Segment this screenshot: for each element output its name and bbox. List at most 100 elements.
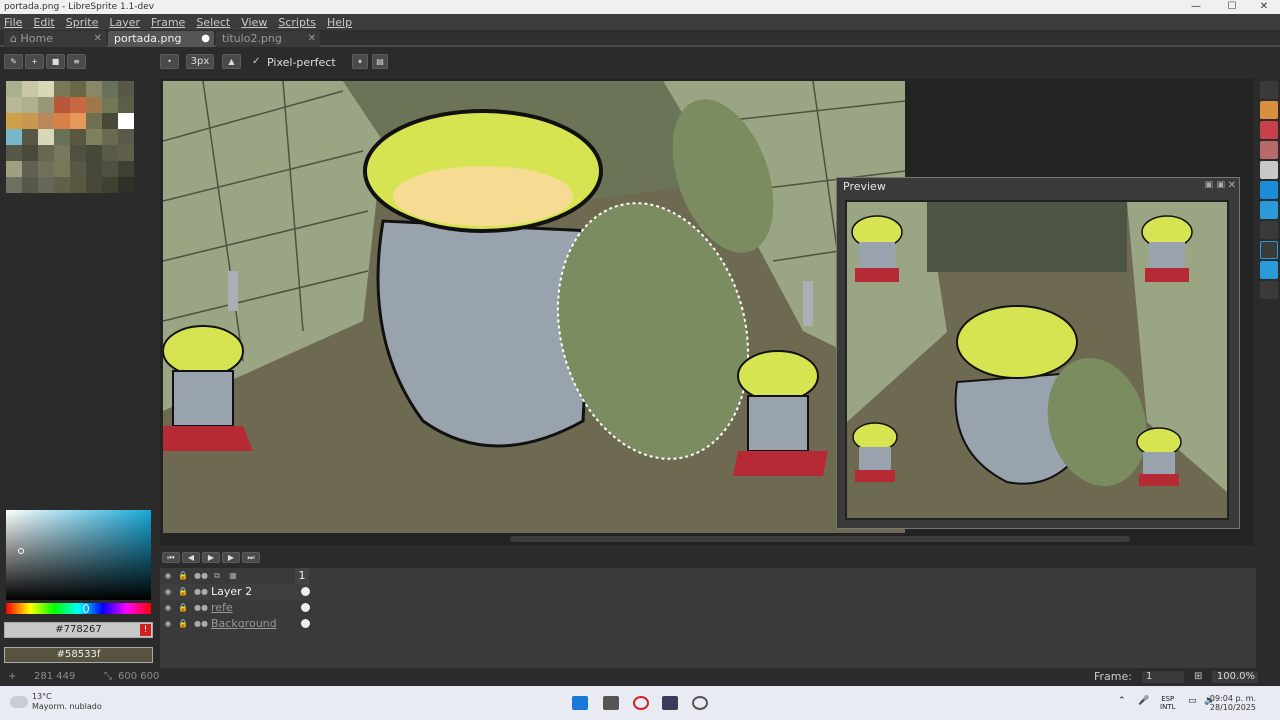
language-indicator[interactable]: ESP INTL <box>1160 695 1175 711</box>
symmetry-icon[interactable]: ⏸ <box>352 54 368 69</box>
tab-home[interactable]: ⌂ Home ✕ <box>4 31 106 47</box>
hue-handle[interactable] <box>83 604 89 613</box>
canvas-area[interactable]: Preview ▣ ▣ ✕ <box>160 79 1254 545</box>
start-menu-icon[interactable] <box>572 696 588 710</box>
menu-edit[interactable]: Edit <box>33 16 54 29</box>
prev-frame-icon[interactable]: ◀ <box>182 552 200 563</box>
move-tool-icon[interactable] <box>1260 181 1278 199</box>
menu-scripts[interactable]: Scripts <box>278 16 316 29</box>
continuous-icon[interactable]: ●● <box>194 619 208 629</box>
palette-swatch[interactable] <box>6 97 22 113</box>
horizontal-scrollbar[interactable] <box>510 536 1130 542</box>
pencil-tool-icon[interactable] <box>1260 101 1278 119</box>
palette-swatch[interactable] <box>38 145 54 161</box>
palette-swatch[interactable] <box>38 81 54 97</box>
color-palette[interactable] <box>6 81 136 209</box>
palette-swatch[interactable] <box>38 97 54 113</box>
palette-swatch[interactable] <box>22 161 38 177</box>
palette-swatch[interactable] <box>6 113 22 129</box>
libresprite-icon[interactable] <box>662 696 678 710</box>
minimize-button[interactable]: — <box>1180 0 1212 14</box>
eye-icon[interactable]: ◉ <box>163 603 173 613</box>
palette-swatch[interactable] <box>38 177 54 193</box>
continuous-icon[interactable]: ●● <box>194 587 208 597</box>
palette-swatch[interactable] <box>86 161 102 177</box>
palette-swatch[interactable] <box>54 161 70 177</box>
palette-swatch[interactable] <box>70 129 86 145</box>
menu-sprite[interactable]: Sprite <box>66 16 99 29</box>
palette-swatch[interactable] <box>22 145 38 161</box>
brush-size-field[interactable]: 3px <box>186 54 214 69</box>
frame-field[interactable]: 1 <box>1142 671 1184 683</box>
color-spectrum[interactable] <box>6 510 151 600</box>
palette-swatch[interactable] <box>102 113 118 129</box>
checkbox-checked-icon[interactable]: ✓ <box>252 56 260 67</box>
options-icon[interactable]: ▤ <box>372 54 388 69</box>
palette-swatch[interactable] <box>54 177 70 193</box>
palette-swatch[interactable] <box>118 97 134 113</box>
line-tool-icon[interactable] <box>1260 221 1278 239</box>
palette-swatch[interactable] <box>54 113 70 129</box>
ellipse-tool-icon[interactable] <box>1260 241 1278 259</box>
palette-swatch[interactable] <box>70 97 86 113</box>
palette-swatch[interactable] <box>54 81 70 97</box>
microphone-icon[interactable]: 🎤 <box>1138 696 1149 706</box>
eye-icon[interactable]: ◉ <box>163 619 173 629</box>
cel-icon[interactable] <box>301 619 310 628</box>
add-frame-icon[interactable]: ⊞ <box>1194 669 1202 685</box>
fg-color-field[interactable]: #778267 <box>4 622 153 638</box>
next-frame-icon[interactable]: ▶ <box>222 552 240 563</box>
script-tool-icon[interactable] <box>1260 281 1278 299</box>
close-tab-icon[interactable]: ✕ <box>94 31 102 47</box>
opera-browser-icon[interactable] <box>633 696 649 710</box>
palette-swatch[interactable] <box>70 81 86 97</box>
cel-icon[interactable] <box>301 603 310 612</box>
menu-select[interactable]: Select <box>196 16 230 29</box>
eyedropper-tool-icon[interactable] <box>1260 141 1278 159</box>
palette-swatch[interactable] <box>6 129 22 145</box>
menu-icon[interactable]: ≡ <box>67 54 86 69</box>
palette-swatch[interactable] <box>70 161 86 177</box>
picker-cursor[interactable] <box>18 548 24 554</box>
palette-swatch[interactable] <box>86 81 102 97</box>
frame-number[interactable]: 1 <box>295 568 309 584</box>
palette-swatch[interactable] <box>54 145 70 161</box>
hue-slider[interactable] <box>6 603 151 614</box>
tab-portada[interactable]: portada.png ● <box>108 31 214 47</box>
eye-icon[interactable]: ◉ <box>163 587 173 597</box>
palette-swatch[interactable] <box>118 177 134 193</box>
add-icon[interactable]: + <box>25 54 44 69</box>
palette-swatch[interactable] <box>22 81 38 97</box>
weather-widget[interactable]: 13°C Mayorm. nublado <box>32 692 102 712</box>
palette-swatch[interactable] <box>118 145 134 161</box>
first-frame-icon[interactable]: ⏮ <box>162 552 180 563</box>
preview-close-icon[interactable]: ✕ <box>1228 180 1236 191</box>
close-window-button[interactable]: ✕ <box>1248 0 1280 14</box>
zoom-tool-icon[interactable] <box>1260 161 1278 179</box>
maximize-button[interactable]: ☐ <box>1216 0 1248 14</box>
pencil-icon[interactable]: ✎ <box>4 54 23 69</box>
marquee-tool-icon[interactable] <box>1260 81 1278 99</box>
palette-swatch[interactable] <box>118 113 134 129</box>
lock-icon[interactable]: 🔒 <box>178 603 188 613</box>
bg-color-field[interactable]: #58533f <box>4 647 153 663</box>
brush-type-icon[interactable]: • <box>160 54 179 69</box>
palette-swatch[interactable] <box>38 113 54 129</box>
ink-icon[interactable]: ▲ <box>222 54 241 69</box>
lock-icon[interactable]: 🔒 <box>178 587 188 597</box>
preview-window[interactable]: Preview ▣ ▣ ✕ <box>836 177 1240 529</box>
palette-swatch[interactable] <box>6 161 22 177</box>
palette-swatch[interactable] <box>86 113 102 129</box>
play-icon[interactable]: ▶ <box>202 552 220 563</box>
palette-swatch[interactable] <box>118 81 134 97</box>
tab-titulo2[interactable]: titulo2.png ✕ <box>216 31 320 47</box>
eye-header-icon[interactable]: ◉ <box>163 571 173 581</box>
palette-swatch[interactable] <box>6 81 22 97</box>
palette-swatch[interactable] <box>70 113 86 129</box>
layers-icon[interactable]: ▦ <box>228 571 238 581</box>
cel-icon[interactable] <box>301 587 310 596</box>
blur-tool-icon[interactable] <box>1260 261 1278 279</box>
palette-swatch[interactable] <box>102 81 118 97</box>
palette-swatch[interactable] <box>102 145 118 161</box>
menu-view[interactable]: View <box>241 16 267 29</box>
